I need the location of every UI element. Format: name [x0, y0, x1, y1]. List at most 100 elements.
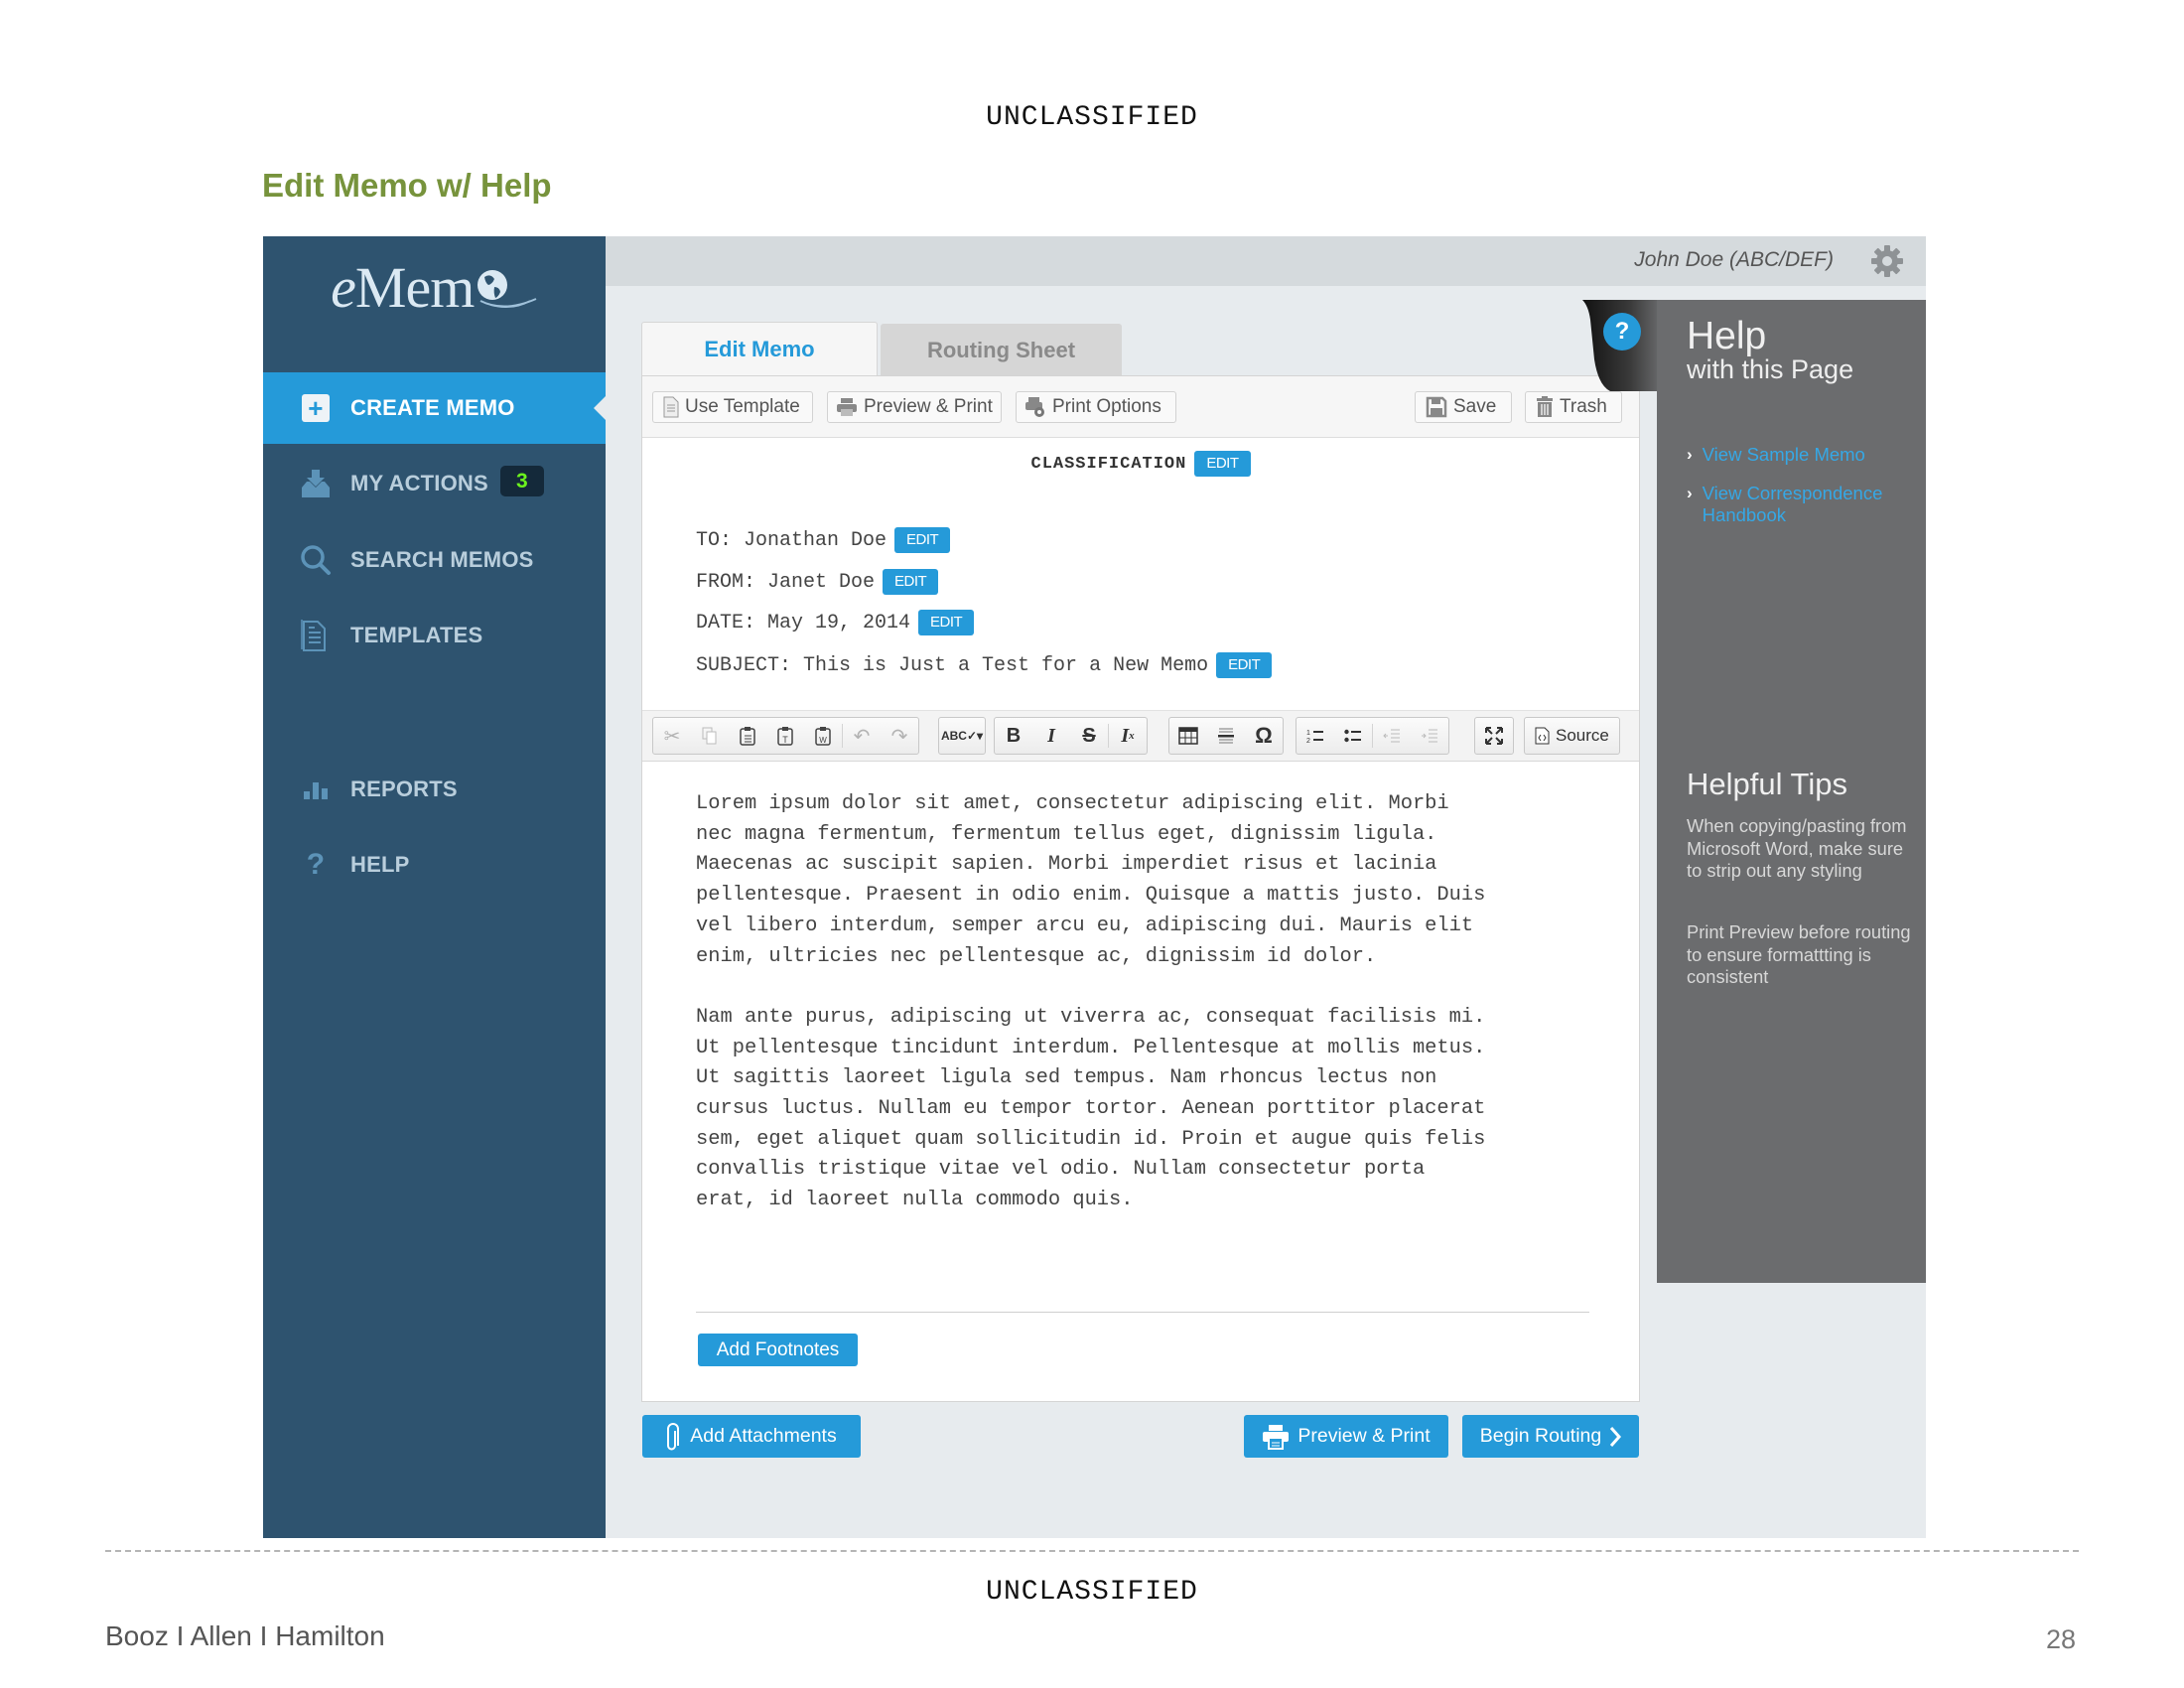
tab-routing-sheet[interactable]: Routing Sheet [881, 324, 1122, 375]
special-character-icon[interactable]: Ω [1245, 718, 1283, 754]
help-subtitle: with this Page [1687, 354, 1854, 384]
globe-icon [477, 270, 537, 309]
svg-text:2: 2 [1306, 738, 1310, 744]
memo-editor-panel: Use Template Preview & Print Print Optio… [641, 375, 1640, 1402]
paste-from-word-icon[interactable]: W [804, 718, 842, 754]
numbered-list-icon[interactable]: 12 [1297, 718, 1334, 754]
redo-icon[interactable]: ↷ [881, 718, 918, 754]
spellcheck-icon[interactable]: ABC✓▾ [939, 718, 985, 754]
spellcheck-group: ABC✓▾ [938, 717, 986, 755]
memo-body-editor[interactable]: Lorem ipsum dolor sit amet, consectetur … [696, 789, 1589, 1216]
sidebar-item-label: TEMPLATES [350, 623, 483, 647]
use-template-button[interactable]: Use Template [652, 391, 813, 423]
memo-toolbar: Use Template Preview & Print Print Optio… [642, 376, 1639, 438]
remove-format-icon[interactable]: Ix [1109, 718, 1147, 754]
sidebar-item-create-memo[interactable]: + CREATE MEMO [263, 372, 606, 444]
emem-app-window: eMem + CREATE MEMO MY ACTIONS 3 SEARCH M… [263, 236, 1926, 1538]
add-footnotes-button[interactable]: Add Footnotes [698, 1334, 858, 1366]
edit-classification-button[interactable]: EDIT [1194, 451, 1251, 477]
logo-text: Mem [354, 255, 475, 320]
memo-to: TO: Jonathan Doe [696, 528, 887, 552]
helpful-tip: Print Preview before routing to ensure f… [1687, 921, 1911, 987]
begin-routing-label: Begin Routing [1479, 1425, 1602, 1447]
sidebar-item-label: HELP [350, 852, 410, 877]
sidebar-item-reports[interactable]: REPORTS [263, 754, 606, 825]
preview-print-button[interactable]: Preview & Print [1244, 1415, 1448, 1458]
maximize-icon[interactable] [1475, 718, 1513, 754]
source-label: Source [1556, 726, 1609, 745]
edit-to-button[interactable]: EDIT [894, 527, 951, 553]
memo-body-line: Ut pellentesque tincidunt interdum. Pell… [696, 1036, 1486, 1059]
paperclip-icon [667, 1422, 680, 1450]
classification-banner-top: UNCLASSIFIED [986, 102, 1198, 133]
paste-icon[interactable] [729, 718, 766, 754]
classification-row: CLASSIFICATION EDIT [642, 451, 1639, 477]
chevron-right-icon: › [1687, 484, 1693, 502]
footer-divider [105, 1550, 2079, 1552]
edit-subject-button[interactable]: EDIT [1216, 652, 1273, 678]
list-group: 12 [1296, 717, 1449, 755]
preview-print-toolbar-button[interactable]: Preview & Print [827, 391, 1002, 423]
italic-icon[interactable]: I [1032, 718, 1070, 754]
maximize-group [1474, 717, 1514, 755]
sidebar-item-search-memos[interactable]: SEARCH MEMOS [263, 524, 606, 596]
view-sample-memo-link[interactable]: › View Sample Memo [1687, 444, 1865, 466]
svg-text:1: 1 [1306, 730, 1310, 737]
view-correspondence-handbook-link[interactable]: › View Correspondence Handbook [1687, 483, 1882, 526]
sidebar-item-label: CREATE MEMO [350, 395, 515, 420]
printer-icon [837, 398, 857, 416]
sidebar: eMem + CREATE MEMO MY ACTIONS 3 SEARCH M… [263, 236, 606, 1538]
helpful-tips-title: Helpful Tips [1687, 767, 1847, 801]
preview-print-label: Preview & Print [1297, 1425, 1431, 1447]
memo-body-line: convallis tristique vitae vel odio. Null… [696, 1158, 1426, 1182]
memo-to-row: TO: Jonathan Doe EDIT [696, 527, 951, 553]
table-icon[interactable] [1169, 718, 1207, 754]
sidebar-item-templates[interactable]: TEMPLATES [263, 600, 606, 671]
user-name[interactable]: John Doe (ABC/DEF) [1634, 248, 1834, 272]
memo-body-line: Lorem ipsum dolor sit amet, consectetur … [696, 792, 1449, 815]
begin-routing-button[interactable]: Begin Routing [1462, 1415, 1639, 1458]
plus-square-icon: + [299, 391, 333, 425]
undo-icon[interactable]: ↶ [843, 718, 881, 754]
sidebar-item-my-actions[interactable]: MY ACTIONS 3 [263, 448, 606, 519]
question-icon: ? [306, 848, 326, 881]
edit-date-button[interactable]: EDIT [918, 610, 975, 635]
print-options-button[interactable]: Print Options [1016, 391, 1176, 423]
horizontal-line-icon[interactable] [1207, 718, 1245, 754]
decrease-indent-icon[interactable] [1373, 718, 1411, 754]
chevron-right-icon [1610, 1426, 1622, 1447]
memo-subject: SUBJECT: This is Just a Test for a New M… [696, 653, 1209, 677]
use-template-label: Use Template [685, 396, 800, 417]
paste-text-icon[interactable]: T [766, 718, 804, 754]
save-icon [1426, 396, 1447, 418]
rich-text-toolbar: ✂ T W ↶ ↷ ABC✓▾ B I S I x Ω 1 2 Source [642, 710, 1639, 762]
svg-text:W: W [819, 736, 827, 745]
memo-body-line [696, 972, 1589, 1003]
classification-label: CLASSIFICATION [1030, 455, 1187, 475]
increase-indent-icon[interactable] [1411, 718, 1448, 754]
inbox-download-icon [299, 467, 333, 500]
memo-body-line: pellentesque. Praesent in odio enim. Qui… [696, 884, 1486, 908]
tab-edit-memo[interactable]: Edit Memo [641, 322, 878, 375]
bold-icon[interactable]: B [995, 718, 1032, 754]
save-button[interactable]: Save [1415, 391, 1512, 423]
sidebar-item-help[interactable]: ? HELP [263, 829, 606, 901]
strikethrough-icon[interactable]: S [1070, 718, 1108, 754]
edit-from-button[interactable]: EDIT [883, 569, 939, 595]
add-attachments-button[interactable]: Add Attachments [642, 1415, 861, 1458]
gear-icon[interactable] [1870, 244, 1904, 278]
footnote-divider [696, 1312, 1589, 1313]
document-icon [299, 619, 333, 652]
cut-icon[interactable]: ✂ [653, 718, 691, 754]
print-options-label: Print Options [1052, 396, 1161, 417]
emem-logo[interactable]: eMem [263, 254, 606, 334]
bulleted-list-icon[interactable] [1334, 718, 1372, 754]
preview-print-label: Preview & Print [864, 396, 993, 417]
sidebar-item-label: MY ACTIONS [350, 471, 488, 495]
copy-icon[interactable] [691, 718, 729, 754]
help-link-line-2: Handbook [1702, 504, 1787, 525]
source-button[interactable]: Source [1524, 717, 1620, 755]
chevron-right-icon: › [1687, 445, 1693, 464]
slide-title: Edit Memo w/ Help [262, 167, 552, 204]
help-question-icon[interactable]: ? [1603, 313, 1641, 351]
